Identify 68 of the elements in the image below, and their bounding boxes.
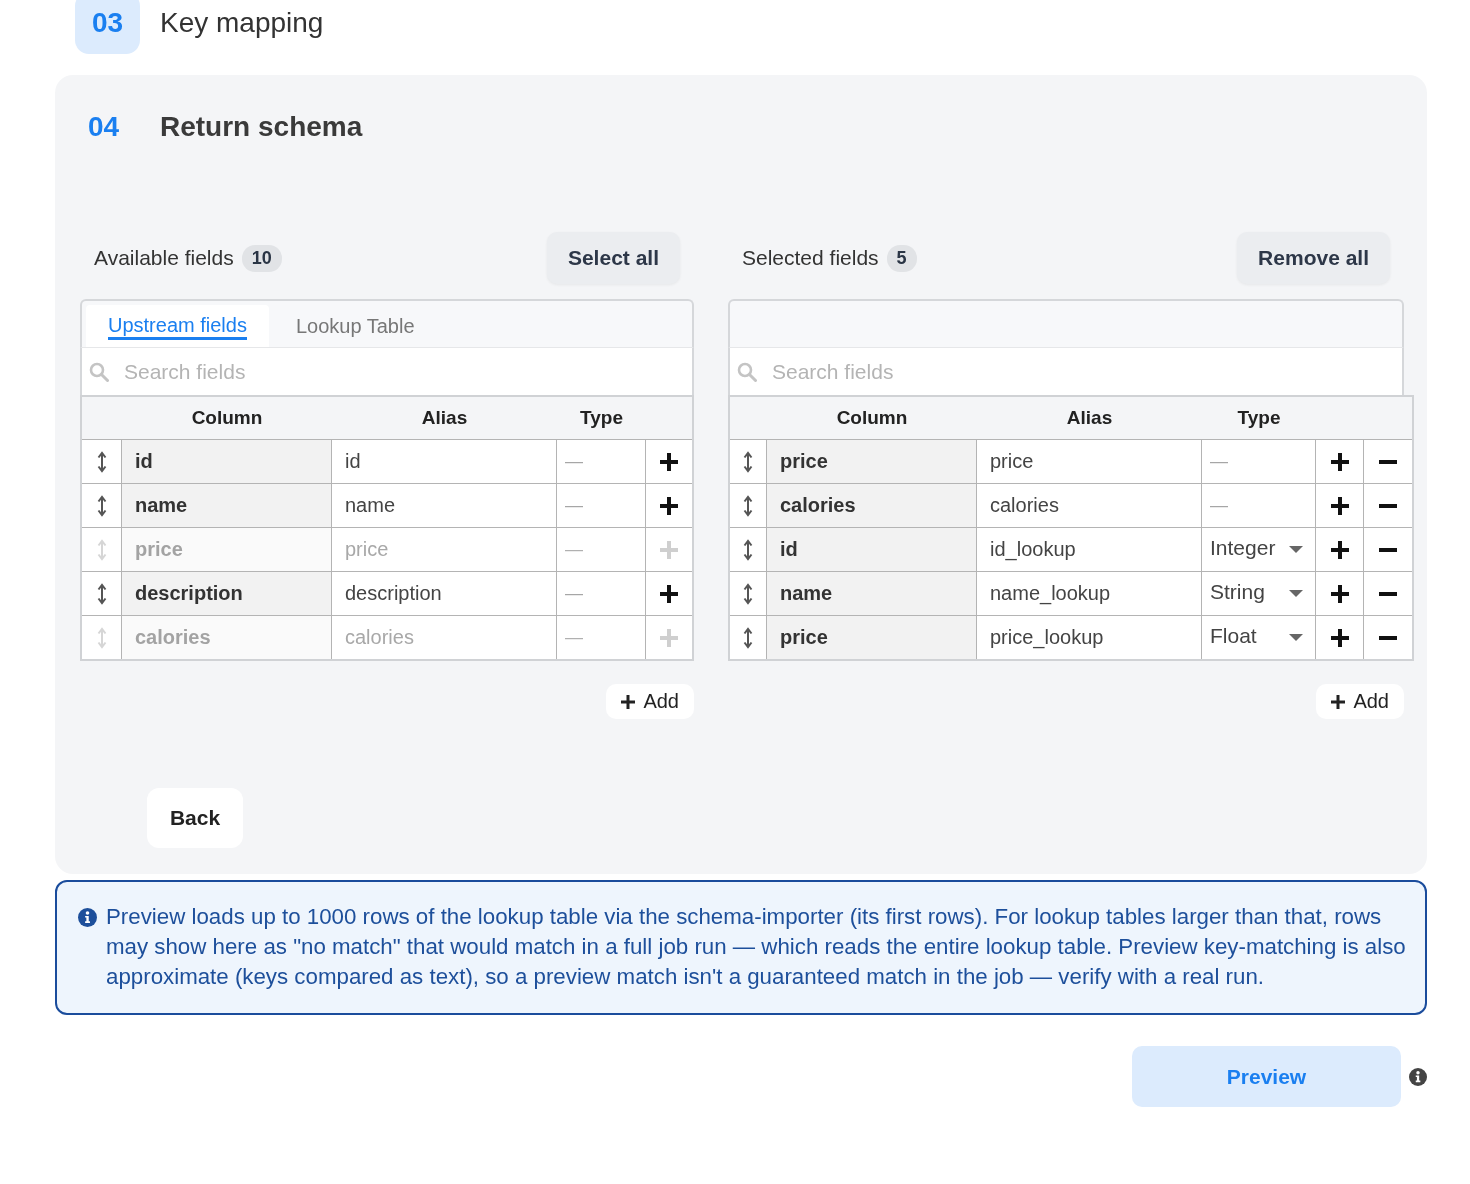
minus-icon bbox=[1379, 591, 1397, 596]
plus-icon bbox=[660, 540, 678, 559]
up-down-arrow-icon[interactable] bbox=[743, 582, 753, 605]
plus-icon bbox=[660, 628, 678, 647]
plus-icon bbox=[1330, 540, 1349, 559]
up-down-arrow-icon[interactable] bbox=[743, 494, 753, 517]
select-all-button[interactable]: Select all bbox=[546, 232, 680, 284]
column-cell: id bbox=[122, 440, 332, 483]
up-down-arrow-icon[interactable] bbox=[743, 538, 753, 561]
add-button[interactable]: Add bbox=[1316, 684, 1404, 719]
remove-all-button[interactable]: Remove all bbox=[1237, 232, 1390, 284]
search-field[interactable]: Search fields bbox=[728, 347, 1404, 395]
column-cell: name bbox=[122, 484, 332, 527]
column-cell: description bbox=[122, 572, 332, 615]
plus-icon bbox=[660, 452, 678, 471]
search-icon bbox=[89, 362, 109, 382]
up-down-arrow-icon[interactable] bbox=[743, 450, 753, 473]
tab[interactable]: Upstream fields bbox=[86, 305, 269, 347]
column-cell: price bbox=[767, 616, 977, 659]
field-count-label: Selected fields bbox=[742, 246, 879, 270]
column-cell: calories bbox=[122, 616, 332, 659]
back-button[interactable]: Back bbox=[147, 788, 243, 848]
column-cell: price bbox=[767, 440, 977, 483]
column-header: Alias bbox=[420, 407, 469, 429]
column-header: Column bbox=[835, 407, 909, 429]
section-title: Return schema bbox=[160, 111, 363, 143]
up-down-arrow-icon[interactable] bbox=[96, 494, 107, 517]
alias-cell: calories bbox=[332, 616, 557, 659]
plus-icon bbox=[621, 694, 636, 709]
caret-icon bbox=[1289, 546, 1303, 553]
column-header: Type bbox=[579, 407, 624, 429]
column-cell: id bbox=[767, 528, 977, 571]
search-field[interactable]: Search fields bbox=[80, 347, 694, 395]
column-cell: name bbox=[767, 572, 977, 615]
plus-icon bbox=[1330, 496, 1349, 515]
column-header: Alias bbox=[1065, 407, 1114, 429]
field-count-label: Available fields bbox=[94, 246, 234, 270]
tab[interactable]: Lookup Table bbox=[268, 305, 442, 347]
plus-icon bbox=[1330, 584, 1349, 603]
count-badge: 5 bbox=[886, 244, 917, 272]
column-header: Column bbox=[190, 407, 264, 429]
step-number: 04 bbox=[88, 111, 121, 143]
plus-icon bbox=[660, 496, 678, 515]
plus-icon bbox=[1331, 694, 1346, 709]
minus-icon bbox=[1379, 547, 1397, 552]
count-badge: 10 bbox=[241, 244, 282, 272]
plus-icon bbox=[660, 584, 678, 603]
step-number-badge: 03 bbox=[75, 0, 140, 54]
plus-icon bbox=[1330, 628, 1349, 647]
plus-icon bbox=[1330, 452, 1349, 471]
column-cell: calories bbox=[767, 484, 977, 527]
minus-icon bbox=[1379, 459, 1397, 464]
up-down-arrow-icon[interactable] bbox=[743, 626, 753, 649]
caret-icon bbox=[1289, 590, 1303, 597]
minus-icon bbox=[1379, 503, 1397, 508]
notice-text: Preview loads up to 1000 rows of the lookup table via the schema-importer (its first rows). For lookup tables larger than that, rows may show here as "no match" that would match in a full job run — which reads the entire lookup table. Preview key-matching is also approximate (keys compared as text), so a preview match isn't a guaranteed match in the job — verify with a real run. bbox=[106, 903, 1407, 991]
column-cell: price bbox=[122, 528, 332, 571]
up-down-arrow-icon[interactable] bbox=[96, 450, 107, 473]
alias-cell: price_lookup bbox=[977, 616, 1202, 659]
search-icon bbox=[737, 362, 757, 382]
caret-icon bbox=[1289, 634, 1303, 641]
info-icon[interactable] bbox=[1409, 1067, 1427, 1086]
column-header: Type bbox=[1236, 407, 1282, 429]
minus-icon bbox=[1379, 635, 1397, 640]
up-down-arrow-icon[interactable] bbox=[96, 582, 107, 605]
info-icon bbox=[78, 908, 97, 927]
add-button[interactable]: Add bbox=[606, 684, 694, 719]
step-title: Key mapping bbox=[160, 7, 324, 39]
